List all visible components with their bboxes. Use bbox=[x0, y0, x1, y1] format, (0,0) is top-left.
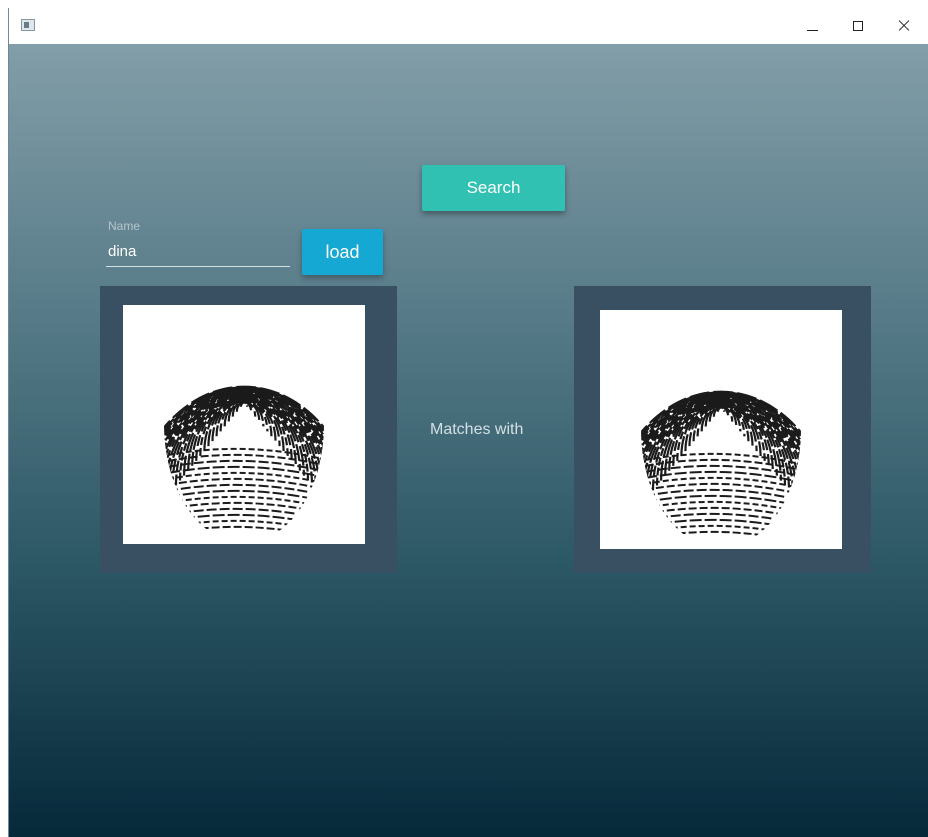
source-fingerprint-image bbox=[123, 305, 365, 544]
title-bar bbox=[9, 8, 928, 44]
search-button[interactable]: Search bbox=[422, 165, 565, 211]
close-icon bbox=[898, 20, 910, 32]
source-fingerprint-frame bbox=[100, 286, 397, 573]
load-button[interactable]: load bbox=[302, 229, 383, 275]
app-icon bbox=[21, 19, 35, 31]
name-label: Name bbox=[108, 219, 141, 233]
main-content: Search Name load Matches with bbox=[9, 44, 928, 837]
minimize-button[interactable] bbox=[789, 8, 835, 44]
maximize-button[interactable] bbox=[835, 8, 881, 44]
maximize-icon bbox=[853, 21, 863, 31]
matches-label: Matches with bbox=[430, 421, 524, 438]
close-button[interactable] bbox=[881, 8, 927, 44]
minimize-icon bbox=[806, 29, 818, 31]
name-input[interactable] bbox=[106, 237, 290, 267]
fingerprint-icon bbox=[164, 385, 324, 543]
fingerprint-icon bbox=[641, 390, 801, 548]
matched-fingerprint-image bbox=[600, 310, 842, 549]
matched-fingerprint-frame bbox=[574, 286, 871, 573]
